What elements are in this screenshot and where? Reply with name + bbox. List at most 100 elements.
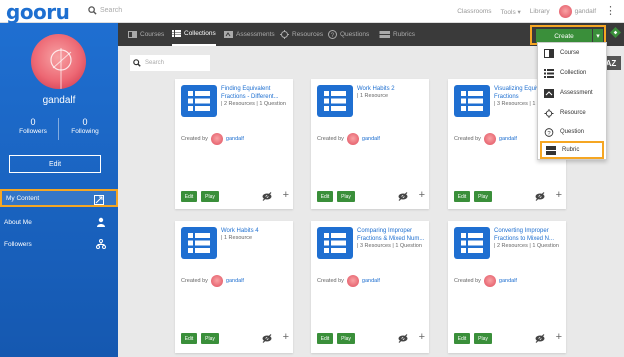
create-button[interactable]: Create	[536, 29, 592, 43]
card-title[interactable]: Work Habits 2	[357, 85, 427, 93]
add-icon[interactable]: +	[283, 190, 289, 201]
play-button[interactable]: Play	[201, 191, 219, 202]
visibility-off-icon[interactable]	[262, 334, 272, 343]
course-icon	[128, 31, 137, 38]
sidebar-item-label: My Content	[6, 194, 40, 202]
card-author: Created by gandalf	[181, 275, 244, 287]
add-icon[interactable]: +	[419, 332, 425, 343]
visibility-off-icon[interactable]	[398, 192, 408, 201]
sidebar-item-my-content[interactable]: My Content	[0, 189, 118, 207]
create-menu-rubric[interactable]: Rubric	[540, 141, 604, 159]
avatar	[483, 133, 496, 145]
sidebar-item-label: About Me	[4, 218, 32, 226]
tab-label: Collections	[184, 30, 216, 37]
nav-library[interactable]: Library	[530, 8, 550, 15]
tab-assessments[interactable]: Assessments	[224, 23, 275, 46]
add-icon[interactable]: +	[556, 190, 562, 201]
card-author: Created by gandalf	[454, 275, 517, 287]
play-button[interactable]: Play	[201, 333, 219, 344]
global-search[interactable]: Search	[88, 6, 122, 15]
play-button[interactable]: Play	[474, 191, 492, 202]
gooru-logo[interactable]: gooru	[6, 0, 70, 24]
collection-card[interactable]: Work Habits 4 | 1 Resource Created by gan…	[175, 221, 293, 353]
edit-button[interactable]: Edit	[181, 333, 197, 344]
author-name[interactable]: gandalf	[499, 136, 517, 142]
edit-button[interactable]: Edit	[181, 191, 197, 202]
card-meta: | 2 Resources | 1 Question	[494, 243, 559, 249]
tab-resources[interactable]: Resources	[280, 23, 323, 46]
question-icon: ?	[544, 127, 554, 136]
following-stat[interactable]: 0 Following	[60, 117, 110, 135]
tab-label: Questions	[340, 31, 370, 38]
create-dropdown-toggle[interactable]: ▾	[593, 29, 603, 43]
avatar	[558, 5, 572, 18]
resource-icon	[280, 30, 289, 39]
stat-divider	[58, 118, 59, 140]
play-button[interactable]: Play	[337, 191, 355, 202]
network-icon	[96, 239, 106, 249]
collection-card[interactable]: Work Habits 2 | 1 Resource Created by gan…	[311, 79, 429, 209]
search-icon	[133, 59, 141, 67]
sidebar-item-followers[interactable]: Followers	[0, 235, 118, 253]
followers-label: Followers	[19, 128, 47, 135]
collection-card[interactable]: Finding Equivalent Fractions - Different…	[175, 79, 293, 209]
card-title[interactable]: Work Habits 4	[221, 227, 291, 235]
card-title[interactable]: Finding Equivalent Fractions - Different…	[221, 85, 291, 101]
add-icon[interactable]: +	[556, 332, 562, 343]
create-menu-assessment[interactable]: Assessment	[540, 84, 604, 102]
assessment-icon	[224, 31, 233, 38]
play-button[interactable]: Play	[337, 333, 355, 344]
menu-item-label: Rubric	[562, 147, 580, 153]
chevron-down-icon: ▾	[517, 8, 521, 16]
user-menu[interactable]: gandalf	[558, 5, 596, 18]
avatar	[346, 133, 359, 145]
create-menu-collection[interactable]: Collection	[540, 64, 604, 82]
visibility-off-icon[interactable]	[535, 334, 545, 343]
add-icon[interactable]: +	[419, 190, 425, 201]
tab-collections[interactable]: Collections	[172, 23, 216, 46]
card-title[interactable]: Converting Improper Fractions to Mixed N…	[494, 227, 564, 243]
create-menu-resource[interactable]: Resource	[540, 104, 604, 122]
content-icon	[94, 195, 104, 205]
edit-button[interactable]: Edit	[454, 191, 470, 202]
author-name[interactable]: gandalf	[362, 278, 380, 284]
edit-profile-button[interactable]: Edit	[9, 155, 101, 173]
edit-button[interactable]: Edit	[317, 333, 333, 344]
author-name[interactable]: gandalf	[226, 136, 244, 142]
content-search-input[interactable]: Search	[130, 55, 210, 71]
tab-label: Courses	[140, 31, 165, 38]
menu-item-label: Resource	[560, 110, 586, 116]
collection-thumbnail	[317, 227, 353, 259]
following-label: Following	[71, 128, 99, 135]
card-meta: | 1 Resource	[221, 235, 253, 241]
card-title[interactable]: Comparing Improper Fractions & Mixed Num…	[357, 227, 427, 243]
card-meta: | 2 Resources | 1 Question	[221, 101, 286, 107]
followers-stat[interactable]: 0 Followers	[8, 117, 58, 135]
visibility-off-icon[interactable]	[262, 192, 272, 201]
tab-rubrics[interactable]: Rubrics	[378, 23, 415, 46]
more-vertical-icon[interactable]: ⋮	[605, 6, 616, 17]
author-name[interactable]: gandalf	[499, 278, 517, 284]
visibility-off-icon[interactable]	[535, 192, 545, 201]
menu-item-label: Question	[560, 129, 585, 135]
edit-button[interactable]: Edit	[454, 333, 470, 344]
tab-questions[interactable]: ? Questions	[328, 23, 369, 46]
sidebar-item-about-me[interactable]: About Me	[0, 213, 118, 231]
nav-tools[interactable]: Tools ▾	[501, 8, 521, 16]
collection-card[interactable]: Converting Improper Fractions to Mixed N…	[448, 221, 566, 353]
tab-courses[interactable]: Courses	[128, 23, 164, 46]
collection-card[interactable]: Comparing Improper Fractions & Mixed Num…	[311, 221, 429, 353]
edit-button[interactable]: Edit	[317, 191, 333, 202]
settings-diamond-icon[interactable]	[610, 27, 621, 38]
author-name[interactable]: gandalf	[362, 136, 380, 142]
add-icon[interactable]: +	[283, 332, 289, 343]
following-count: 0	[82, 117, 88, 127]
sidebar-item-label: Followers	[4, 240, 32, 248]
nav-classrooms[interactable]: Classrooms	[457, 8, 491, 15]
create-menu-course[interactable]: Course	[540, 44, 604, 62]
play-button[interactable]: Play	[474, 333, 492, 344]
visibility-off-icon[interactable]	[398, 334, 408, 343]
create-menu-question[interactable]: ? Question	[540, 123, 604, 141]
author-name[interactable]: gandalf	[226, 278, 244, 284]
top-bar: gooru Search Classrooms Tools ▾ Library …	[0, 0, 624, 24]
